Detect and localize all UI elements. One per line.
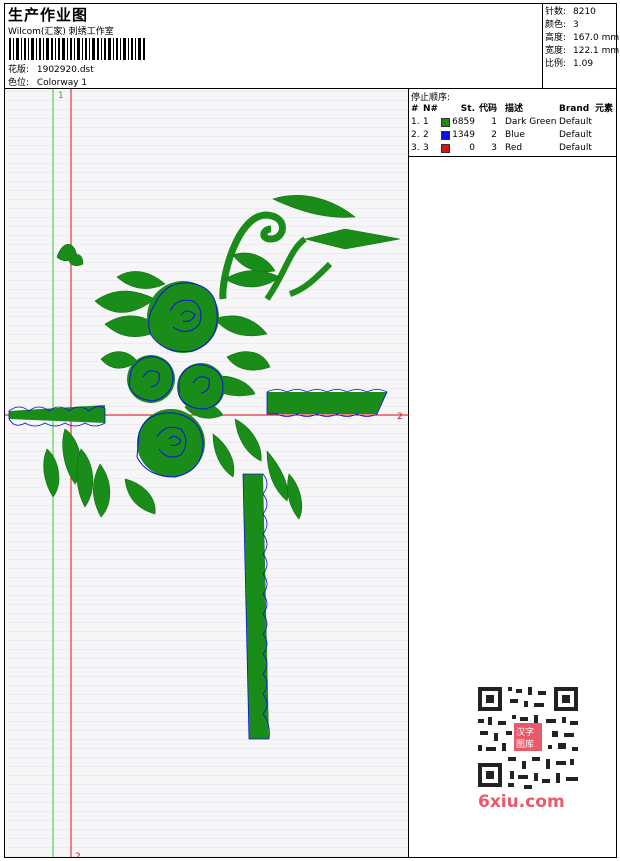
rose-middle-right <box>177 363 225 411</box>
table-row: 3. 3 0 3 Red Default <box>411 143 592 153</box>
red-guide-label-h: 2 <box>397 412 403 422</box>
colorway-line: 色位: Colorway 1 <box>8 75 87 88</box>
svg-text:图库: 图库 <box>516 738 534 750</box>
design-label: 花版: <box>8 65 30 75</box>
vertical-ribbon <box>242 473 270 740</box>
stat-colors: 颜色: 3 <box>545 20 579 30</box>
stop-sequence-title: 停止顺序: <box>411 93 451 103</box>
red-guide-label-v: 2 <box>75 852 81 857</box>
rose-bottom <box>136 409 205 478</box>
rose-middle-left <box>127 355 175 403</box>
design-preview: 1 2 2 <box>5 89 409 857</box>
stat-stitches: 针数: 8210 <box>545 7 596 17</box>
table-header: # N# St. 代码 描述 Brand 元素 <box>409 103 616 116</box>
col-needle: N# <box>423 104 439 114</box>
col-stitches: St. <box>460 104 475 114</box>
stop-sequence-table: # N# St. 代码 描述 Brand 元素 1. 1 6859 1 Dark… <box>409 103 616 157</box>
rose-top <box>147 281 219 353</box>
col-element: 元素 <box>595 104 614 114</box>
watermark-text: 6xiu.com <box>478 792 565 812</box>
col-brand: Brand <box>559 104 590 114</box>
page-title: 生产作业图 <box>8 6 89 24</box>
design-file-line: 花版: 1902920.dst <box>8 62 94 75</box>
colorway-label: 色位: <box>8 78 30 88</box>
stat-width: 宽度: 122.1 mm <box>545 46 620 56</box>
green-guide-label: 1 <box>58 91 64 101</box>
table-row: 1. 1 6859 1 Dark Green Default <box>411 117 592 127</box>
header: 生产作业图 Wilcom(汇家) 刺绣工作室 花版: 1902920.dst 色… <box>5 4 620 89</box>
stats-box: 针数: 8210 颜色: 3 高度: 167.0 mm 宽度: 122.1 mm 比例:… <box>542 4 620 89</box>
qr-code: 汉字 图库 <box>472 681 584 793</box>
qr-stamp-text: 汉字 <box>516 726 534 738</box>
stat-scale: 比例: 1.09 <box>545 59 594 69</box>
embroidery-drawing: 1 2 2 <box>5 89 409 857</box>
embroidery-motif <box>8 195 401 740</box>
stat-height: 高度: 167.0 mm <box>545 33 620 43</box>
col-code: 代码 <box>479 104 498 114</box>
col-description: 描述 <box>505 104 524 114</box>
table-row: 2. 2 1349 2 Blue Default <box>411 130 592 140</box>
col-num: # <box>411 104 419 114</box>
studio-name: Wilcom(汇家) 刺绣工作室 <box>8 27 114 37</box>
design-value: 1902920.dst <box>36 65 94 75</box>
barcode <box>9 38 145 60</box>
colorway-value: Colorway 1 <box>36 78 88 88</box>
